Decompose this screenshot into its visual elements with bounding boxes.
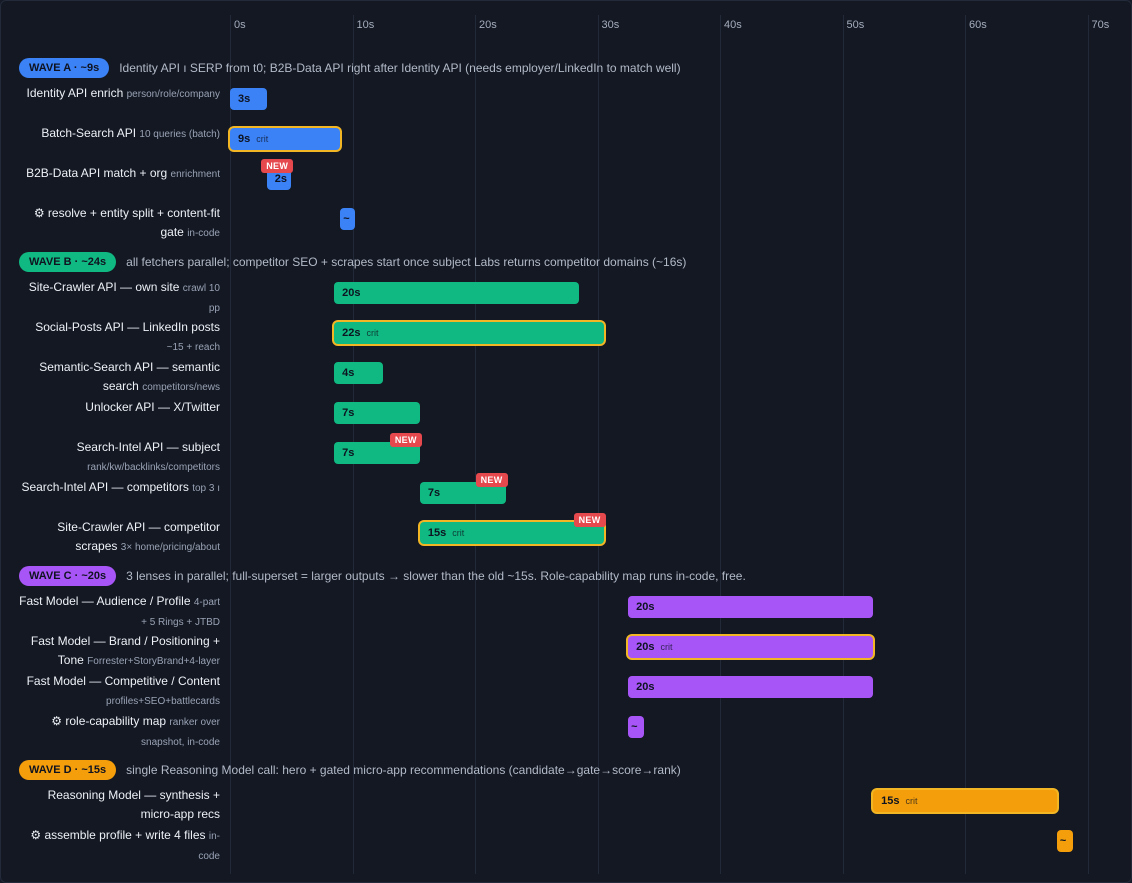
crit-tag: crit bbox=[366, 328, 379, 338]
x-tick-label: 70s bbox=[1091, 19, 1110, 31]
task-label: ⚙ resolve + entity split + content-fit g… bbox=[33, 206, 220, 239]
wave-header: WAVE A · ~9s Identity API ı SERP from t0;… bbox=[19, 57, 681, 79]
task-label: Batch-Search API 10 queries (batch) bbox=[41, 126, 220, 140]
task-bar: 20s bbox=[628, 676, 874, 698]
bar-duration: 7s bbox=[342, 407, 355, 419]
gantt-frame: 0s 10s 20s 30s 40s 50s 60s 70s WAVE A · ~9s Ident… bbox=[0, 0, 1132, 883]
gridline bbox=[965, 15, 966, 874]
task-bar: 22s crit bbox=[334, 322, 604, 344]
task-sublabel: competitors/news bbox=[142, 382, 220, 393]
task-sublabel: top 3 ı bbox=[192, 483, 220, 494]
task-label: Fast Model — Audience / Profile 4-part +… bbox=[19, 594, 220, 628]
task-label: Identity API enrich person/role/company bbox=[26, 86, 220, 100]
bar-duration: 7s bbox=[342, 447, 355, 459]
gridline bbox=[720, 15, 721, 874]
task-label: Fast Model — Brand / Positioning + Tone … bbox=[30, 634, 220, 667]
task-label: Social-Posts API — LinkedIn posts ~15 + … bbox=[35, 320, 220, 353]
bar-duration: 22s bbox=[342, 327, 361, 339]
task-sublabel: ranker over snapshot, in-code bbox=[141, 717, 220, 748]
task-bar: 9s crit bbox=[230, 128, 341, 150]
x-tick-label: 50s bbox=[846, 19, 865, 31]
gridline bbox=[475, 15, 476, 874]
wave-note: all fetchers parallel; competitor SEO + … bbox=[126, 255, 687, 269]
bar-duration: 20s bbox=[636, 641, 655, 653]
task-sublabel: in-code bbox=[198, 831, 220, 862]
task-bar: 20s crit bbox=[628, 636, 874, 658]
wave-header: WAVE D · ~15s single Reasoning Model call… bbox=[19, 759, 681, 781]
bar-duration: 20s bbox=[342, 287, 361, 299]
bar-duration: ~ bbox=[631, 721, 638, 733]
x-tick-label: 10s bbox=[356, 19, 375, 31]
wave-badge: WAVE B · ~24s bbox=[19, 252, 117, 272]
bar-duration: 4s bbox=[342, 367, 355, 379]
task-sublabel: in-code bbox=[187, 228, 220, 239]
task-label: Semantic-Search API — semantic search co… bbox=[39, 360, 220, 393]
new-badge: NEW bbox=[573, 513, 606, 527]
task-sublabel: profiles+SEO+battlecards bbox=[106, 696, 220, 707]
task-sublabel: person/role/company bbox=[126, 89, 220, 100]
task-sublabel: 4-part + 5 Rings + JTBD bbox=[141, 597, 220, 628]
task-label: Search-Intel API — subject rank/kw/backl… bbox=[76, 440, 220, 473]
bar-duration: 2s bbox=[274, 173, 287, 185]
task-bar: 3s bbox=[230, 88, 267, 110]
gridline bbox=[842, 15, 844, 874]
task-sublabel: enrichment bbox=[170, 169, 220, 180]
gantt-chart: 0s 10s 20s 30s 40s 50s 60s 70s WAVE A · ~9s Ident… bbox=[1, 1, 1131, 882]
wave-note: Identity API ı SERP from t0; B2B-Data AP… bbox=[119, 61, 681, 75]
task-bar: 20s bbox=[628, 596, 874, 618]
bar-duration: 15s bbox=[427, 527, 447, 539]
wave-header: WAVE C · ~20s 3 lenses in parallel; full-… bbox=[19, 565, 746, 587]
bar-duration: 20s bbox=[636, 601, 655, 613]
task-sublabel: rank/kw/backlinks/competitors bbox=[87, 462, 220, 473]
task-label: Site-Crawler API — own site crawl 10 pp bbox=[28, 280, 220, 314]
wave-badge: WAVE A · ~9s bbox=[19, 58, 110, 78]
task-bar: ~ bbox=[1056, 830, 1073, 852]
task-bar: 20s bbox=[334, 282, 580, 304]
x-tick-label: 20s bbox=[479, 19, 497, 31]
bar-duration: ~ bbox=[1059, 835, 1067, 847]
task-label: Unlocker API — X/Twitter bbox=[85, 400, 220, 414]
task-sublabel: ~15 + reach bbox=[166, 342, 220, 353]
new-badge: NEW bbox=[261, 159, 294, 173]
wave-badge: WAVE C · ~20s bbox=[19, 566, 117, 586]
task-label: Reasoning Model — synthesis + micro-app … bbox=[47, 788, 220, 821]
task-bar: ~ bbox=[340, 208, 355, 230]
task-label: Search-Intel API — competitors top 3 ı bbox=[21, 480, 220, 494]
task-bar: 15s crit bbox=[873, 790, 1057, 812]
crit-tag: crit bbox=[256, 134, 269, 144]
task-sublabel: Forrester+StoryBrand+4-layer bbox=[87, 656, 220, 667]
x-tick-label: 30s bbox=[601, 19, 620, 31]
wave-note: single Reasoning Model call: hero + gate… bbox=[126, 763, 681, 777]
task-sublabel: 3× home/pricing/about bbox=[120, 542, 220, 553]
task-label: Site-Crawler API — competitor scrapes 3×… bbox=[57, 520, 220, 553]
bar-duration: 9s bbox=[238, 133, 251, 145]
bar-duration: 7s bbox=[427, 487, 441, 499]
wave-note: 3 lenses in parallel; full-superset = la… bbox=[126, 569, 746, 583]
task-sublabel: 10 queries (batch) bbox=[139, 129, 220, 140]
task-bar: 4s bbox=[334, 362, 384, 384]
task-bar: ~ bbox=[628, 716, 645, 738]
task-label: Fast Model — Competitive / Content profi… bbox=[26, 674, 220, 707]
task-label: ⚙ role-capability map ranker over snapsh… bbox=[51, 714, 220, 748]
task-bar: 7s bbox=[334, 402, 420, 424]
bar-duration: 15s bbox=[881, 795, 900, 807]
x-tick-label: 0s bbox=[234, 19, 246, 31]
new-badge: NEW bbox=[389, 433, 422, 447]
bar-duration: ~ bbox=[343, 213, 350, 225]
gridline bbox=[1087, 15, 1089, 874]
wave-header: WAVE B · ~24s all fetchers parallel; comp… bbox=[19, 251, 686, 273]
bar-duration: 3s bbox=[238, 93, 251, 105]
new-badge: NEW bbox=[475, 473, 508, 487]
crit-tag: crit bbox=[660, 642, 673, 652]
crit-tag: crit bbox=[452, 528, 465, 538]
crit-tag: crit bbox=[905, 796, 918, 806]
task-sublabel: crawl 10 pp bbox=[182, 283, 220, 314]
gridline bbox=[597, 15, 599, 874]
x-tick-label: 60s bbox=[969, 19, 987, 31]
bar-duration: 20s bbox=[636, 681, 655, 693]
wave-badge: WAVE D · ~15s bbox=[19, 760, 117, 780]
x-tick-label: 40s bbox=[724, 19, 742, 31]
task-label: B2B-Data API match + org enrichment bbox=[26, 166, 220, 180]
task-label: ⚙ assemble profile + write 4 files in-co… bbox=[30, 828, 220, 862]
